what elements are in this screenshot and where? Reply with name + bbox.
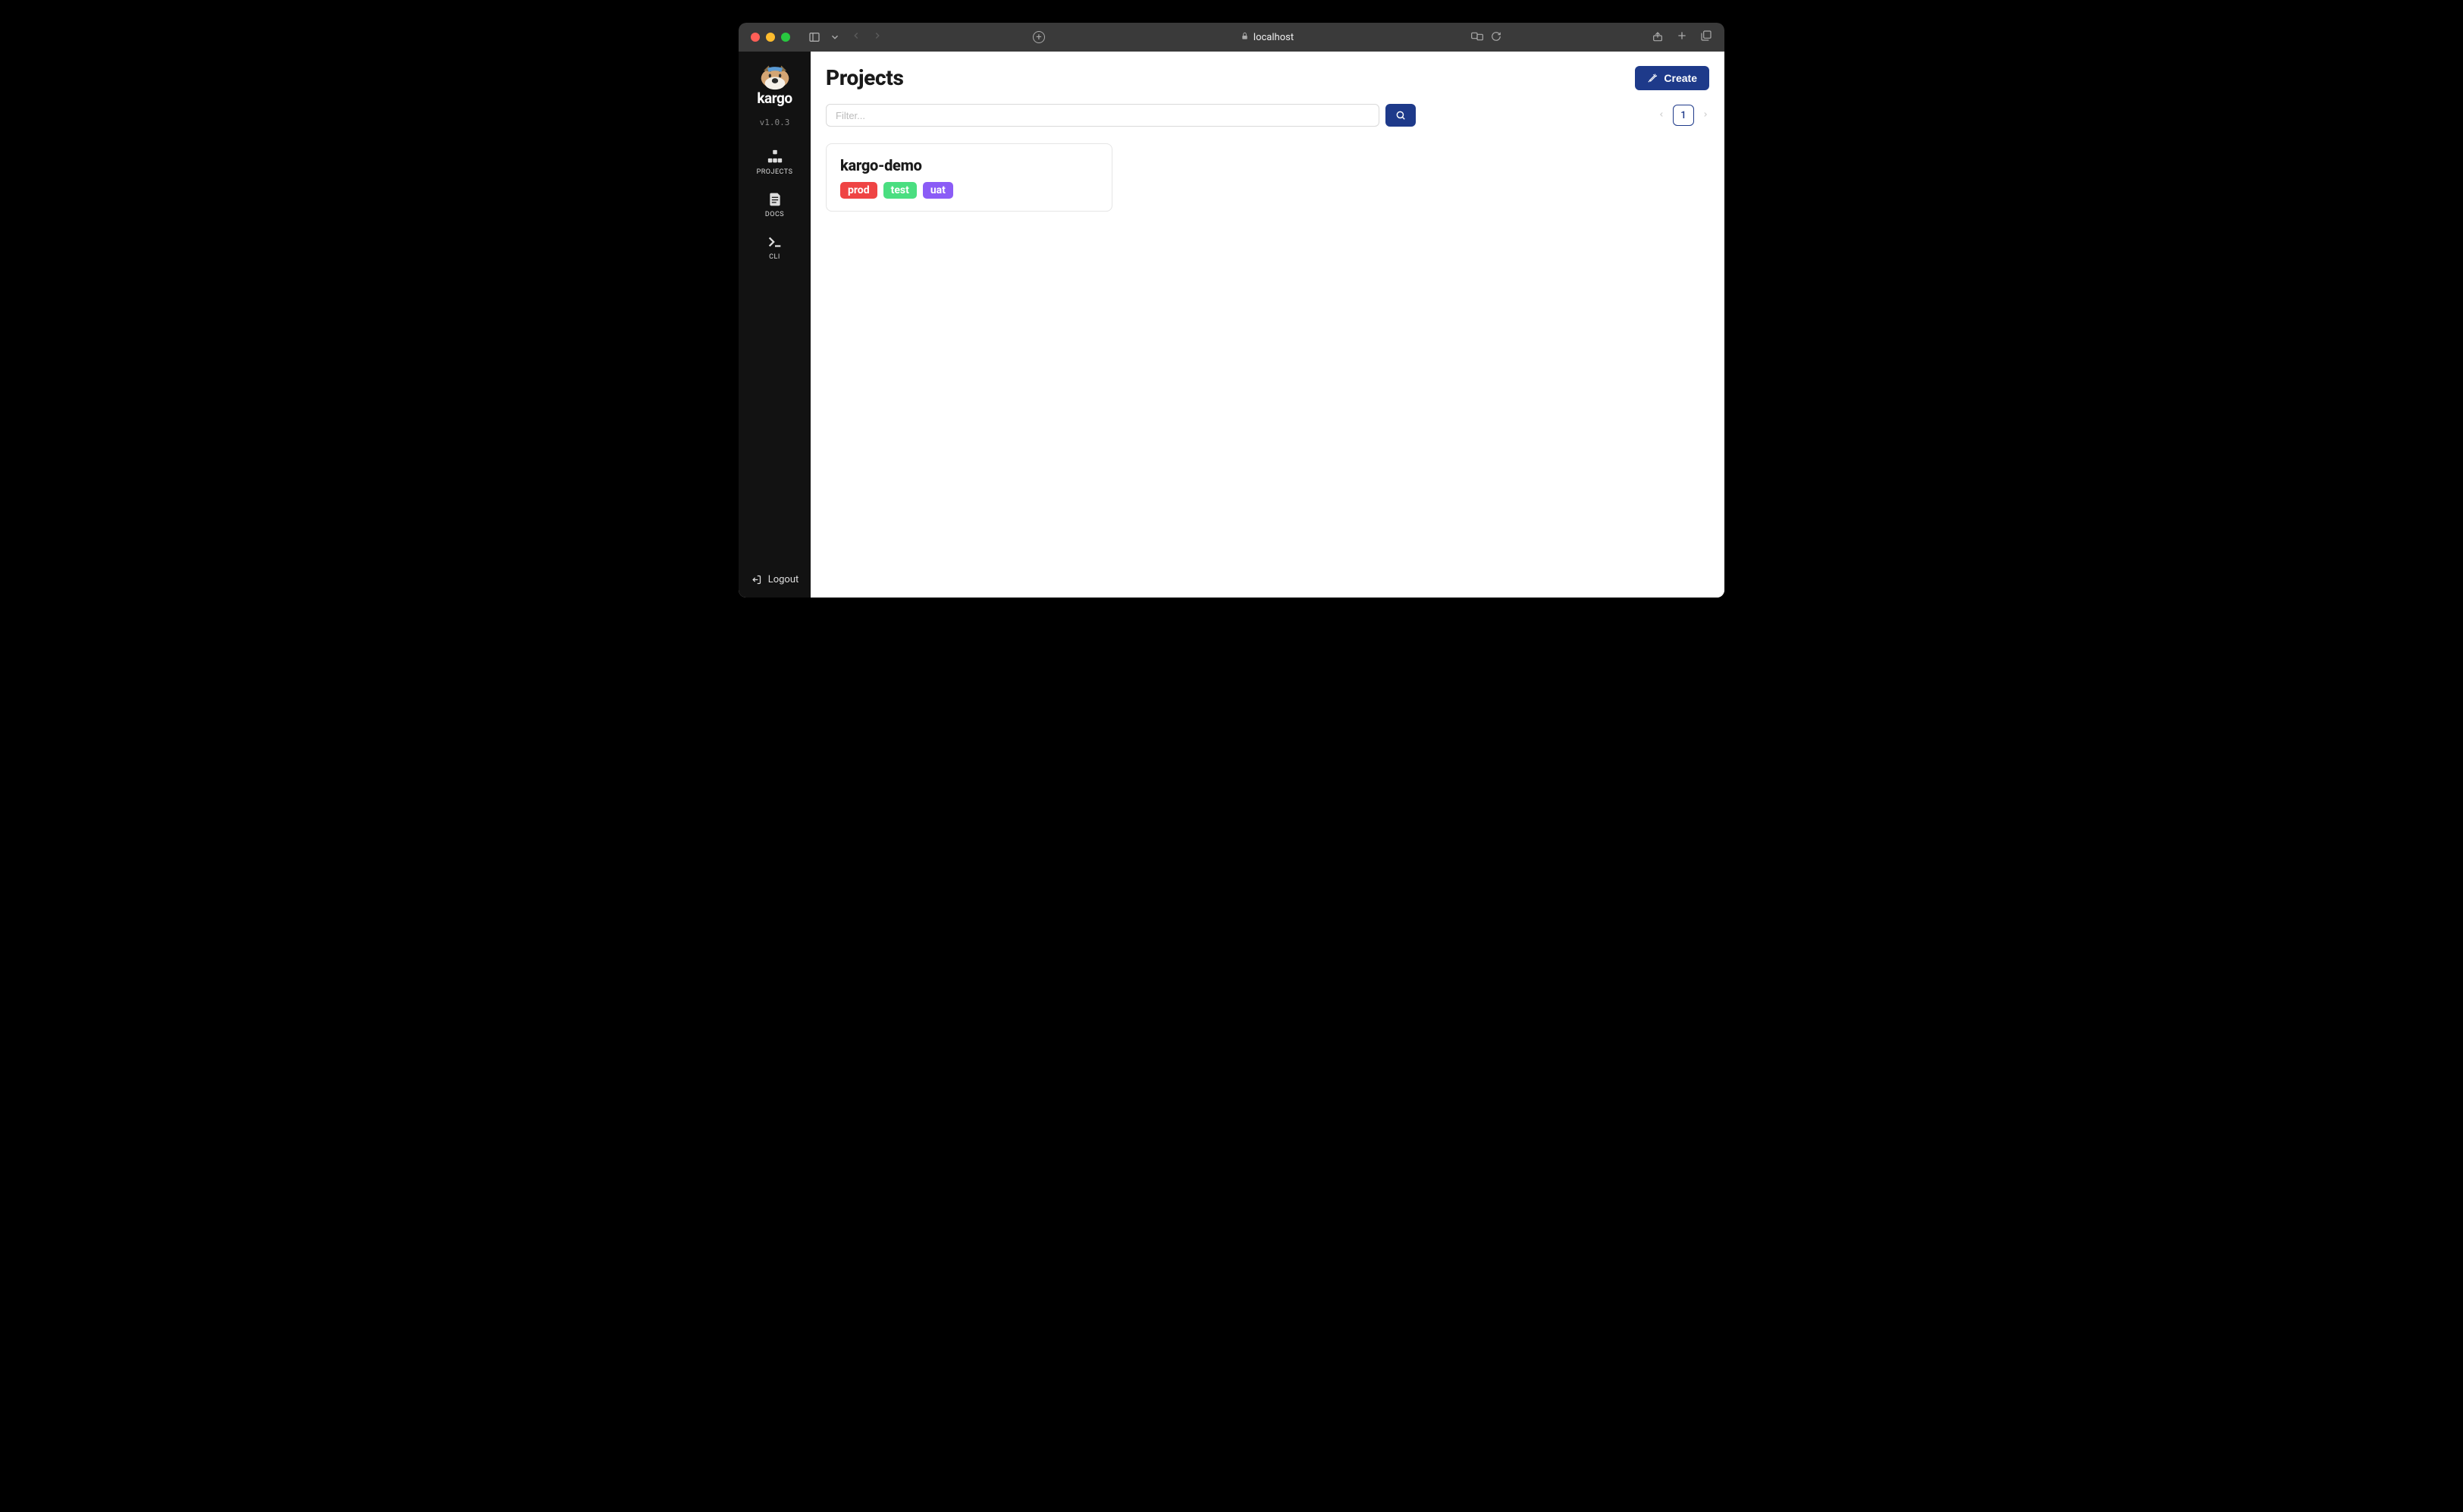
search-button[interactable] xyxy=(1385,104,1416,127)
sidebar-item-label: DOCS xyxy=(765,211,784,218)
page-next-button[interactable] xyxy=(1702,110,1709,121)
filter-input[interactable] xyxy=(826,104,1379,127)
main-content: Projects Create 1 xyxy=(811,52,1724,598)
create-button[interactable]: Create xyxy=(1635,66,1709,90)
sidebar: kargo v1.0.3 PROJECTS DOCS CLI xyxy=(739,52,811,598)
sidebar-toggle-button[interactable] xyxy=(805,28,824,46)
lock-icon xyxy=(1241,32,1249,42)
reload-button[interactable] xyxy=(1491,30,1501,45)
tag-uat: uat xyxy=(923,182,953,199)
browser-window: + localhost xyxy=(739,23,1724,598)
docs-icon xyxy=(767,191,783,208)
address-right-icons xyxy=(1471,30,1501,45)
new-tab-icon[interactable]: + xyxy=(1033,31,1045,43)
cli-icon xyxy=(767,234,783,250)
kargo-logo-icon xyxy=(756,59,794,91)
share-button[interactable] xyxy=(1652,30,1664,45)
logo[interactable]: kargo xyxy=(756,59,794,107)
logout-icon xyxy=(751,574,762,585)
address-section: + localhost xyxy=(911,32,1623,43)
sidebar-item-projects[interactable]: PROJECTS xyxy=(739,141,811,184)
create-button-label: Create xyxy=(1664,72,1697,84)
minimize-window-button[interactable] xyxy=(766,33,775,42)
project-card[interactable]: kargo-demo prod test uat xyxy=(826,143,1112,212)
page-number-current[interactable]: 1 xyxy=(1673,105,1694,126)
logout-label: Logout xyxy=(768,574,799,585)
sidebar-item-label: CLI xyxy=(769,253,780,261)
back-button[interactable] xyxy=(851,30,861,44)
sidebar-item-docs[interactable]: DOCS xyxy=(739,184,811,226)
translate-icon[interactable] xyxy=(1471,30,1483,45)
chevron-down-icon[interactable] xyxy=(830,28,840,46)
address-bar[interactable]: localhost xyxy=(1241,32,1294,43)
window-controls xyxy=(751,33,790,42)
page-prev-button[interactable] xyxy=(1658,110,1665,121)
app-shell: kargo v1.0.3 PROJECTS DOCS CLI xyxy=(739,52,1724,598)
magic-wand-icon xyxy=(1647,73,1658,83)
tag-prod: prod xyxy=(840,182,877,199)
brand-name: kargo xyxy=(757,89,792,107)
sidebar-item-label: PROJECTS xyxy=(757,168,793,176)
page-header: Projects Create xyxy=(826,65,1709,90)
version-label: v1.0.3 xyxy=(760,118,790,127)
browser-toolbar: + localhost xyxy=(739,23,1724,52)
tag-test: test xyxy=(883,182,917,199)
close-window-button[interactable] xyxy=(751,33,760,42)
tabs-button[interactable] xyxy=(1700,30,1712,45)
pagination: 1 xyxy=(1658,105,1709,126)
forward-button[interactable] xyxy=(872,30,883,44)
browser-nav xyxy=(851,30,883,44)
filter-toolbar: 1 xyxy=(826,104,1709,127)
new-tab-button[interactable] xyxy=(1676,30,1688,45)
project-tags: prod test uat xyxy=(840,182,1098,199)
project-name: kargo-demo xyxy=(840,156,1098,174)
projects-icon xyxy=(767,149,783,165)
toolbar-right xyxy=(1652,30,1712,45)
sidebar-item-cli[interactable]: CLI xyxy=(739,226,811,268)
maximize-window-button[interactable] xyxy=(781,33,790,42)
logout-button[interactable]: Logout xyxy=(739,562,811,598)
search-icon xyxy=(1395,110,1406,121)
page-title: Projects xyxy=(826,65,904,90)
address-text: localhost xyxy=(1253,32,1294,43)
